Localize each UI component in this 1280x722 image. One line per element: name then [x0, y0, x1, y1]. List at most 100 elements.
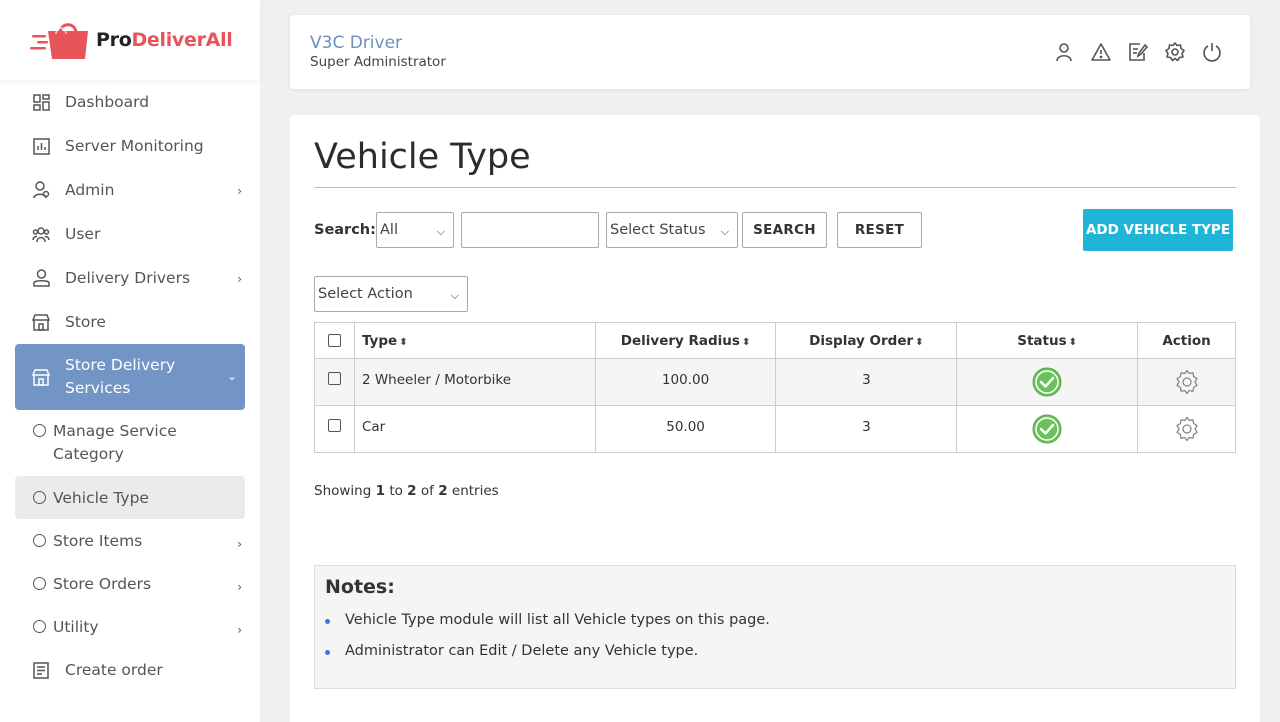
sidebar-item-create-order[interactable]: Create order	[0, 648, 260, 692]
showing-prefix: Showing	[314, 483, 372, 499]
warning-icon[interactable]	[1091, 42, 1111, 62]
showing-suffix: entries	[451, 483, 499, 499]
title-divider	[314, 187, 1236, 188]
column-header-type[interactable]: Type ⬍	[353, 322, 596, 359]
order-cell: 3	[775, 358, 958, 406]
chevron-down-icon: ⌵	[720, 225, 729, 238]
type-cell: 2 Wheeler / Motorbike	[353, 358, 596, 406]
notes-title: Notes:	[325, 576, 395, 598]
showing-of-word: of	[420, 483, 434, 499]
search-button[interactable]: SEARCH	[742, 212, 827, 248]
action-select[interactable]: Select Action ⌵	[314, 276, 468, 312]
status-select-value: Select Status	[610, 222, 706, 238]
sidebar-item-dashboard[interactable]: Dashboard	[0, 80, 260, 124]
status-cell	[956, 358, 1139, 406]
chevron-right-icon: ›	[237, 184, 242, 198]
column-header-label: Display Order	[809, 332, 914, 349]
logo-bag-icon	[30, 18, 92, 62]
radius-cell: 50.00	[594, 405, 777, 453]
sidebar-item-label: Dashboard	[65, 93, 150, 111]
logo[interactable]: ProDeliverAll	[0, 0, 260, 80]
showing-total: 2	[438, 483, 448, 499]
reset-button[interactable]: RESET	[837, 212, 922, 248]
sidebar-subitem-manage-service-category[interactable]: Manage Service Category	[0, 410, 260, 476]
edit-icon[interactable]	[1128, 42, 1148, 62]
status-cell	[956, 405, 1139, 453]
driver-icon	[32, 269, 50, 287]
search-label: Search:	[314, 222, 376, 238]
row-checkbox[interactable]	[327, 419, 341, 432]
status-active-icon[interactable]	[1032, 367, 1062, 401]
brand-name-part2: DeliverAll	[131, 29, 233, 51]
chevron-down-icon: ⌄	[226, 369, 237, 383]
action-cell	[1137, 358, 1236, 406]
main-content: Vehicle Type Search: All ⌵ Select Status…	[290, 115, 1260, 722]
sort-icon: ⬍	[1068, 336, 1078, 348]
sidebar-item-delivery-drivers[interactable]: Delivery Drivers ›	[0, 256, 260, 300]
sidebar-subitem-label: Vehicle Type	[53, 489, 149, 507]
sidebar: ProDeliverAll Dashboard Server Monitorin…	[0, 0, 260, 722]
power-icon[interactable]	[1202, 42, 1222, 62]
page-title: Vehicle Type	[314, 137, 531, 177]
row-select-cell	[314, 358, 355, 406]
add-vehicle-type-button[interactable]: ADD VEHICLE TYPE	[1083, 209, 1233, 251]
user-icon[interactable]	[1054, 42, 1074, 62]
gear-icon[interactable]	[1174, 369, 1200, 399]
settings-icon[interactable]	[1165, 42, 1185, 62]
sidebar-item-store[interactable]: Store	[0, 300, 260, 344]
sidebar-subitem-store-items[interactable]: Store Items ›	[0, 519, 260, 562]
select-all-checkbox[interactable]	[327, 334, 341, 347]
search-field-select[interactable]: All ⌵	[376, 212, 454, 248]
chart-icon	[32, 137, 50, 155]
pagination-info: Showing 1 to 2 of 2 entries	[314, 483, 499, 499]
sidebar-subitem-label: Store Items	[53, 532, 143, 550]
sort-icon: ⬍	[915, 336, 924, 348]
gear-icon[interactable]	[1174, 416, 1200, 446]
search-input[interactable]	[461, 212, 599, 248]
chevron-right-icon: ›	[237, 580, 242, 594]
column-header-delivery-radius[interactable]: Delivery Radius ⬍	[594, 322, 777, 359]
sidebar-subitem-label: Utility	[53, 618, 99, 636]
action-select-value: Select Action	[318, 286, 413, 302]
search-field-value: All	[380, 222, 398, 238]
circle-icon	[33, 577, 46, 590]
sidebar-item-store-delivery-services[interactable]: Store Delivery Services ⌄	[15, 344, 245, 410]
store-icon	[32, 313, 50, 331]
chevron-down-icon: ⌵	[436, 225, 445, 238]
note-item: Administrator can Edit / Delete any Vehi…	[325, 643, 770, 659]
chevron-right-icon: ›	[237, 537, 242, 551]
sidebar-subitem-store-orders[interactable]: Store Orders ›	[0, 562, 260, 605]
sidebar-item-admin[interactable]: Admin ›	[0, 168, 260, 212]
column-header-display-order[interactable]: Display Order ⬍	[775, 322, 958, 359]
showing-from: 1	[375, 483, 386, 499]
row-checkbox[interactable]	[327, 372, 341, 385]
sidebar-item-label: Create order	[65, 661, 163, 679]
table-row: Car 50.00 3	[314, 405, 1236, 453]
sidebar-item-label: Admin	[65, 181, 115, 199]
circle-icon	[33, 424, 46, 437]
sidebar-item-label: User	[65, 225, 101, 243]
sidebar-item-label: Store Delivery Services	[65, 356, 176, 397]
status-active-icon[interactable]	[1032, 414, 1062, 448]
notes-panel: Notes: Vehicle Type module will list all…	[314, 565, 1236, 689]
column-header-label: Type	[361, 332, 398, 349]
admin-icon	[32, 181, 50, 199]
user-name[interactable]: V3C Driver	[310, 33, 402, 53]
header-actions	[1054, 42, 1222, 62]
sidebar-item-label: Delivery Drivers	[65, 269, 191, 287]
table-row: 2 Wheeler / Motorbike 100.00 3	[314, 358, 1236, 406]
sidebar-subitem-vehicle-type[interactable]: Vehicle Type	[15, 476, 245, 519]
sidebar-item-server-monitoring[interactable]: Server Monitoring	[0, 124, 260, 168]
circle-icon	[33, 491, 46, 504]
sidebar-item-user[interactable]: User	[0, 212, 260, 256]
sidebar-subitem-label: Manage Service Category	[53, 422, 177, 463]
showing-to-word: to	[389, 483, 403, 499]
sidebar-subitem-utility[interactable]: Utility ›	[0, 605, 260, 648]
type-cell: Car	[353, 405, 596, 453]
brand-name-part1: Pro	[96, 29, 132, 51]
order-cell: 3	[775, 405, 958, 453]
status-select[interactable]: Select Status ⌵	[606, 212, 738, 248]
column-header-status[interactable]: Status ⬍	[956, 322, 1139, 359]
row-select-cell	[314, 405, 355, 453]
top-header: V3C Driver Super Administrator	[290, 15, 1250, 89]
